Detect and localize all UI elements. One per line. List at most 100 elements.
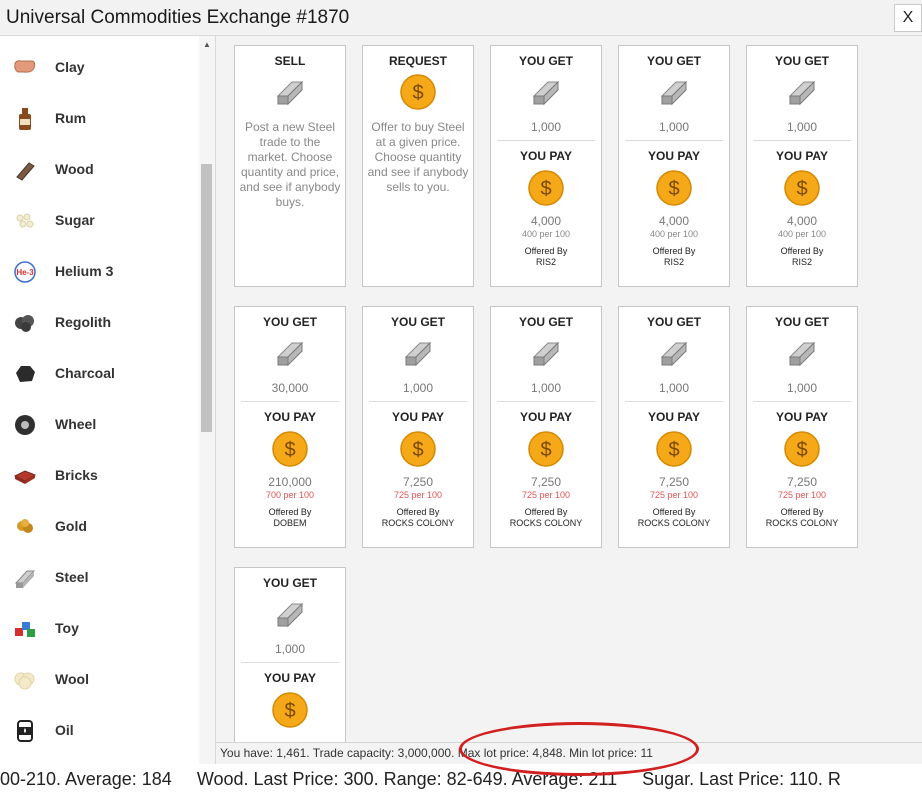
sidebar-item-steel[interactable]: Steel [0,553,198,604]
sidebar-item-charcoal[interactable]: Charcoal [0,349,198,400]
sidebar-item-bricks[interactable]: Bricks [0,451,198,502]
seller-name: RIS2 [791,257,812,267]
steel-ingot-icon [276,341,304,367]
ticker-text: 00-210. Average: 184 Wood. Last Price: 3… [0,769,841,789]
offered-by-label: Offered By [652,507,696,517]
card-divider [497,401,595,402]
you-pay-label: YOU PAY [775,149,829,163]
pay-amount: 4,000 [530,214,562,228]
offered-by-label: Offered By [780,246,824,256]
title-bar: Universal Commodities Exchange #1870 X [0,0,922,36]
gold-nugget-icon [12,514,38,540]
you-get-label: YOU GET [774,315,829,329]
offer-card[interactable]: YOU GET 1,000 YOU PAY $7,250 725 per 100 Of… [618,306,730,548]
get-quantity: 1,000 [530,381,562,395]
wool-icon [12,667,38,693]
seller-name: RIS2 [663,257,684,267]
sidebar-item-label: Clay [55,59,85,75]
you-pay-label: YOU PAY [519,149,573,163]
offered-by-label: Offered By [268,507,312,517]
sidebar-item-label: Rum [55,110,87,126]
get-quantity: 1,000 [658,120,690,134]
price-per-unit: 400 per 100 [649,229,699,239]
coin-icon: $ [528,170,564,206]
sidebar-item-label: Toy [55,620,79,636]
offer-card[interactable]: YOU GET 30,000 YOU PAY $210,000 700 per 10… [234,306,346,548]
clay-icon [12,55,38,81]
sidebar-item-label: Regolith [55,314,111,330]
coin-icon: $ [784,431,820,467]
sidebar-item-toy[interactable]: Toy [0,604,198,655]
card-divider [625,140,723,141]
scroll-up-arrow[interactable]: ▲ [199,40,215,50]
rum-bottle-icon [12,106,38,132]
sidebar-item-wool[interactable]: Wool [0,655,198,706]
steel-ingot-icon [404,341,432,367]
pay-amount: 7,250 [658,475,690,489]
steel-ingot-icon [276,80,304,106]
offer-card[interactable]: YOU GET 1,000 YOU PAY $4,000 400 per 100 Of… [490,45,602,287]
sidebar-item-label: Sugar [55,212,95,228]
seller-name: ROCKS COLONY [637,518,711,528]
wood-log-icon [12,157,38,183]
offer-card[interactable]: YOU GET 1,000 YOU PAY $4,000 400 per 100 Of… [746,45,858,287]
bricks-icon [12,463,38,489]
coin-icon: $ [400,74,436,110]
steel-ingot-icon [788,341,816,367]
svg-text:$: $ [284,700,295,722]
sell-card[interactable]: SELL Post a new Steel trade to the marke… [234,45,346,287]
sidebar-item-regolith[interactable]: Regolith [0,298,198,349]
price-ticker: 00-210. Average: 184 Wood. Last Price: 3… [0,764,922,796]
sidebar-item-sugar[interactable]: Sugar [0,196,198,247]
get-quantity: 1,000 [402,381,434,395]
sidebar-scrollbar[interactable]: ▲ [199,36,215,764]
you-get-label: YOU GET [518,54,573,68]
close-button[interactable]: X [894,4,922,32]
you-get-label: YOU GET [646,315,701,329]
offer-card[interactable]: YOU GET 1,000 YOU PAY $7,250 725 per 100 Of… [362,306,474,548]
price-per-unit: 400 per 100 [777,229,827,239]
sidebar-item-helium-3[interactable]: He-3 Helium 3 [0,247,198,298]
you-get-label: YOU GET [646,54,701,68]
get-quantity: 1,000 [658,381,690,395]
sell-title: SELL [274,54,306,68]
get-quantity: 1,000 [786,381,818,395]
price-per-unit: 725 per 100 [777,490,827,500]
card-divider [497,140,595,141]
you-pay-label: YOU PAY [647,410,701,424]
card-divider [753,140,851,141]
request-card[interactable]: REQUEST $ Offer to buy Steel at a given … [362,45,474,287]
scrollbar-thumb[interactable] [201,164,212,432]
sidebar-item-oil[interactable]: Oil [0,706,198,757]
get-quantity: 1,000 [274,642,306,656]
sidebar-item-gold[interactable]: Gold [0,502,198,553]
commodity-sidebar: Clay Rum Wood Sugar He-3 Helium 3 Regolith Char… [0,36,216,764]
offered-by-label: Offered By [780,507,824,517]
charcoal-icon [12,361,38,387]
sidebar-item-label: Wool [55,671,89,687]
sidebar-item-rum[interactable]: Rum [0,94,198,145]
svg-text:$: $ [668,178,679,200]
card-divider [369,401,467,402]
offer-card[interactable]: YOU GET 1,000 YOU PAY $4,000 400 per 100 Of… [618,45,730,287]
sidebar-item-wheel[interactable]: Wheel [0,400,198,451]
coin-icon: $ [656,170,692,206]
offer-card[interactable]: YOU GET 1,000 YOU PAY $7,250 725 per 100 Of… [746,306,858,548]
coin-icon: $ [272,431,308,467]
offer-card[interactable]: YOU GET 1,000 YOU PAY $ [234,567,346,742]
coin-icon: $ [400,431,436,467]
sidebar-item-clay[interactable]: Clay [0,43,198,94]
seller-name: ROCKS COLONY [509,518,583,528]
svg-text:$: $ [796,178,807,200]
steel-ingot-icon [660,80,688,106]
sell-description: Post a new Steel trade to the market. Ch… [239,120,341,209]
offer-card[interactable]: YOU GET 1,000 YOU PAY $7,250 725 per 100 Of… [490,306,602,548]
pay-amount: 4,000 [658,214,690,228]
steel-ingot-icon [532,80,560,106]
svg-text:He-3: He-3 [16,268,34,277]
sidebar-item-label: Steel [55,569,89,585]
steel-ingot-icon [660,341,688,367]
sidebar-item-label: Gold [55,518,87,534]
sidebar-item-wood[interactable]: Wood [0,145,198,196]
request-description: Offer to buy Steel at a given price. Cho… [367,120,469,194]
